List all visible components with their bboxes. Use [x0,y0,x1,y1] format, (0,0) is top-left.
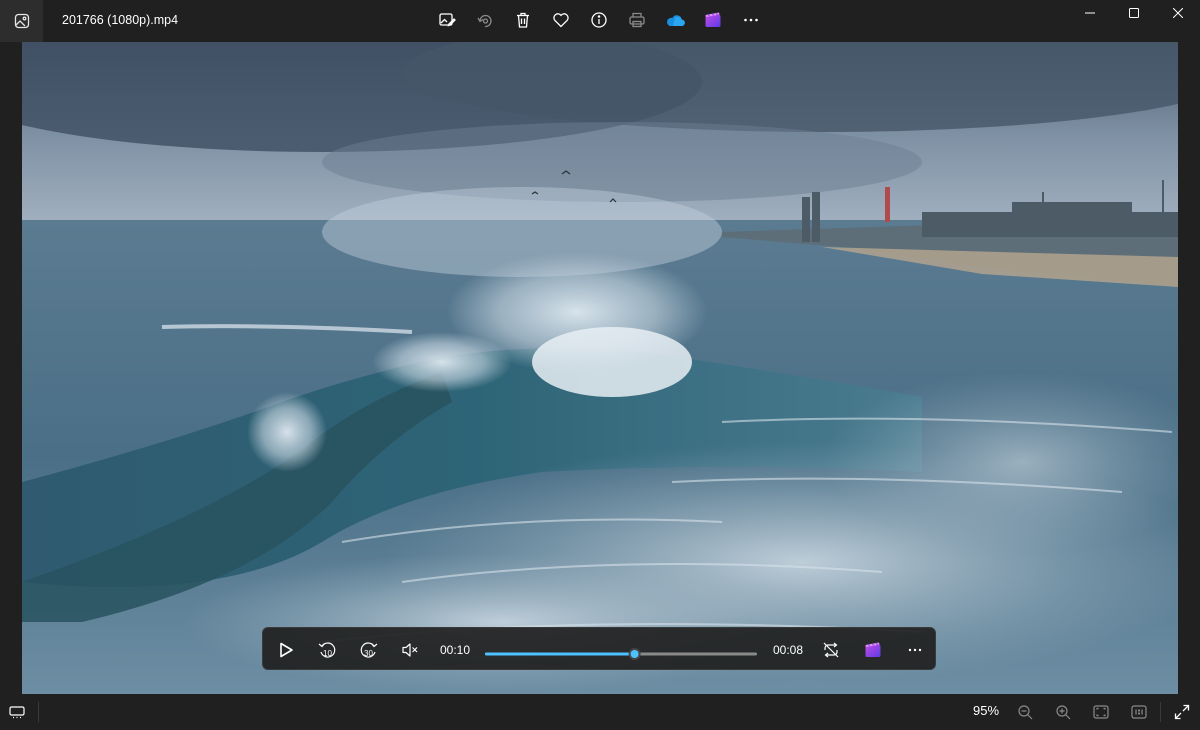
status-divider [38,702,39,722]
video-frame-ocean-wave [22,42,1178,694]
edit-image-icon [439,13,456,27]
delete-button[interactable] [504,1,542,39]
maximize-icon [1129,8,1139,18]
filmstrip-button[interactable] [2,699,32,725]
favorite-icon [553,13,569,28]
mute-button[interactable] [394,628,426,671]
print-button[interactable] [618,1,656,39]
skip-back-button[interactable]: 10 [311,628,343,671]
skip-forward-button[interactable]: 30 [353,628,385,671]
onedrive-icon [667,15,685,27]
actual-size-icon [1131,705,1147,719]
close-icon [1173,8,1183,18]
zoom-in-button[interactable] [1048,699,1078,725]
rotate-icon [477,14,492,28]
delete-icon [517,12,529,28]
minimize-icon [1085,12,1095,14]
zoom-level[interactable]: 95% [973,703,999,718]
remaining-time: 00:08 [773,643,804,657]
clipchamp-button[interactable] [694,1,732,39]
clipchamp-icon [705,12,721,27]
current-time: 00:10 [440,643,471,657]
photos-app-icon[interactable] [0,0,43,42]
fullscreen-icon [1174,704,1190,720]
play-icon [280,642,293,657]
player-more-button[interactable] [899,628,931,671]
filmstrip-icon [9,706,25,719]
print-icon [629,12,645,28]
status-divider [1160,702,1161,722]
zoom-out-icon [1018,705,1033,720]
info-icon [591,12,607,28]
edit-image-button[interactable] [428,1,466,39]
repeat-off-icon [823,642,839,657]
status-bar: 95% [0,694,1200,730]
skip-forward-icon: 30 [360,641,378,658]
more-options-button[interactable] [732,1,770,39]
zoom-in-icon [1056,705,1071,720]
repeat-button[interactable] [815,628,847,671]
skip-forward-label: 30 [364,649,373,658]
window-title: 201766 (1080p).mp4 [62,13,179,27]
clipchamp-edit-button[interactable] [857,628,889,671]
close-window-button[interactable] [1156,0,1200,26]
rotate-button[interactable] [466,1,504,39]
fullscreen-button[interactable] [1167,699,1197,725]
zoom-out-button[interactable] [1010,699,1040,725]
more-icon [908,648,922,651]
minimize-button[interactable] [1068,0,1112,26]
title-bar: 201766 (1080p).mp4 [0,0,1200,42]
window-controls [1068,0,1200,26]
play-button[interactable] [270,628,302,671]
onedrive-button[interactable] [656,1,694,39]
seek-bar[interactable] [485,648,757,660]
skip-back-icon: 10 [318,641,336,658]
more-icon [744,18,758,22]
actual-size-button[interactable] [1124,699,1154,725]
muted-speaker-icon [402,642,418,657]
seek-progress [485,652,635,656]
image-toolbar [428,0,770,40]
fit-to-window-icon [1093,705,1109,719]
clipchamp-icon [865,641,881,657]
info-button[interactable] [580,1,618,39]
fit-to-window-button[interactable] [1086,699,1116,725]
seek-thumb[interactable] [630,650,639,658]
skip-back-label: 10 [323,649,332,658]
favorite-button[interactable] [542,1,580,39]
maximize-button[interactable] [1112,0,1156,26]
video-viewport[interactable] [22,42,1178,694]
